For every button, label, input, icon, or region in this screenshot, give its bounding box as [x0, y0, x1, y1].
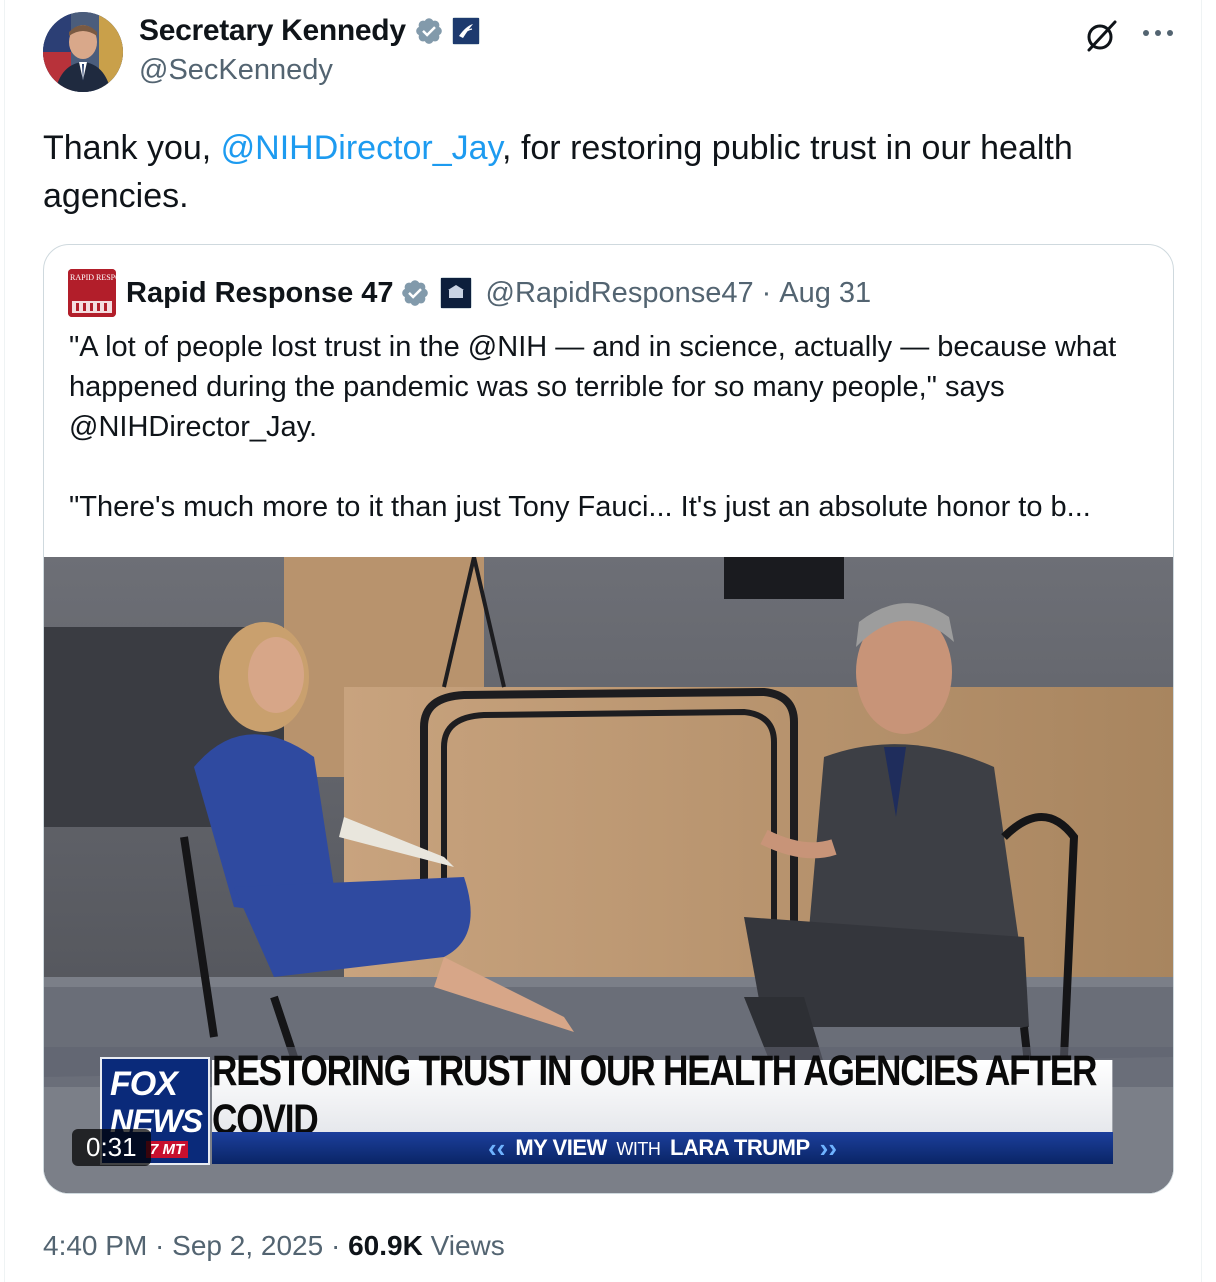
hhs-affiliation-icon[interactable] — [451, 17, 480, 45]
video-subtitle-banner: ‹‹ MY VIEW WITH LARA TRUMP ›› — [212, 1132, 1113, 1164]
tweet-text: Thank you, @NIHDirector_Jay, for restori… — [43, 124, 1173, 220]
video-duration: 0:31 — [72, 1129, 151, 1166]
more-icon[interactable] — [1140, 22, 1176, 44]
author-avatar[interactable] — [43, 12, 123, 92]
video-subtitle: MY VIEW WITH LARA TRUMP — [515, 1135, 810, 1161]
video-headline: RESTORING TRUST IN OUR HEALTH AGENCIES A… — [212, 1047, 1097, 1144]
verified-badge-icon — [415, 18, 442, 44]
meta-separator: · — [323, 1230, 349, 1261]
grok-icon[interactable] — [1083, 18, 1119, 54]
quoted-author-name[interactable]: Rapid Response 47 — [126, 277, 394, 310]
quoted-avatar[interactable]: RAPID RESPONSE — [68, 269, 116, 317]
chevron-left-icon: ‹‹ — [488, 1132, 506, 1163]
views-count: 60.9K — [348, 1230, 423, 1261]
quoted-separator: · — [761, 276, 772, 309]
mention-link[interactable]: @NIHDirector_Jay — [221, 129, 502, 167]
subtitle-with: WITH — [616, 1139, 661, 1159]
quoted-tweet[interactable]: RAPID RESPONSE Rapid Response 47 @RapidR… — [43, 244, 1174, 1194]
tweet-timestamp[interactable]: 4:40 PM · Sep 2, 2025 — [43, 1230, 323, 1261]
white-house-affiliation-icon[interactable] — [439, 277, 472, 309]
tweet-text-start: Thank you, — [43, 129, 221, 167]
quoted-text: "A lot of people lost trust in the @NIH … — [69, 331, 1117, 523]
quoted-author-handle[interactable]: @RapidResponse47 — [486, 277, 754, 310]
quoted-header: RAPID RESPONSE Rapid Response 47 @RapidR… — [68, 269, 871, 317]
timezone-tag: 7 MT — [146, 1141, 189, 1158]
network-word-1: FOX — [110, 1065, 178, 1103]
quoted-verified-badge-icon — [401, 280, 428, 306]
subtitle-host: LARA TRUMP — [670, 1135, 810, 1160]
author-name-row[interactable]: Secretary Kennedy — [139, 14, 480, 48]
video-player[interactable]: FOX NEWS 7 MT RESTORING TRUST IN OUR HEA… — [44, 557, 1173, 1193]
quoted-date[interactable]: Aug 31 — [779, 277, 871, 310]
chevron-right-icon: ›› — [819, 1132, 837, 1163]
tweet-detail: Secretary Kennedy @SecKennedy Thank you,… — [4, 0, 1202, 1282]
author-name[interactable]: Secretary Kennedy — [139, 14, 406, 48]
author-handle[interactable]: @SecKennedy — [139, 54, 333, 87]
video-headline-banner: RESTORING TRUST IN OUR HEALTH AGENCIES A… — [212, 1047, 1113, 1144]
tweet-meta: 4:40 PM · Sep 2, 2025 · 60.9K Views — [43, 1230, 505, 1262]
quoted-avatar-text: RAPID RESPONSE — [70, 273, 116, 282]
views-label: Views — [422, 1230, 505, 1261]
subtitle-main: MY VIEW — [515, 1135, 607, 1160]
